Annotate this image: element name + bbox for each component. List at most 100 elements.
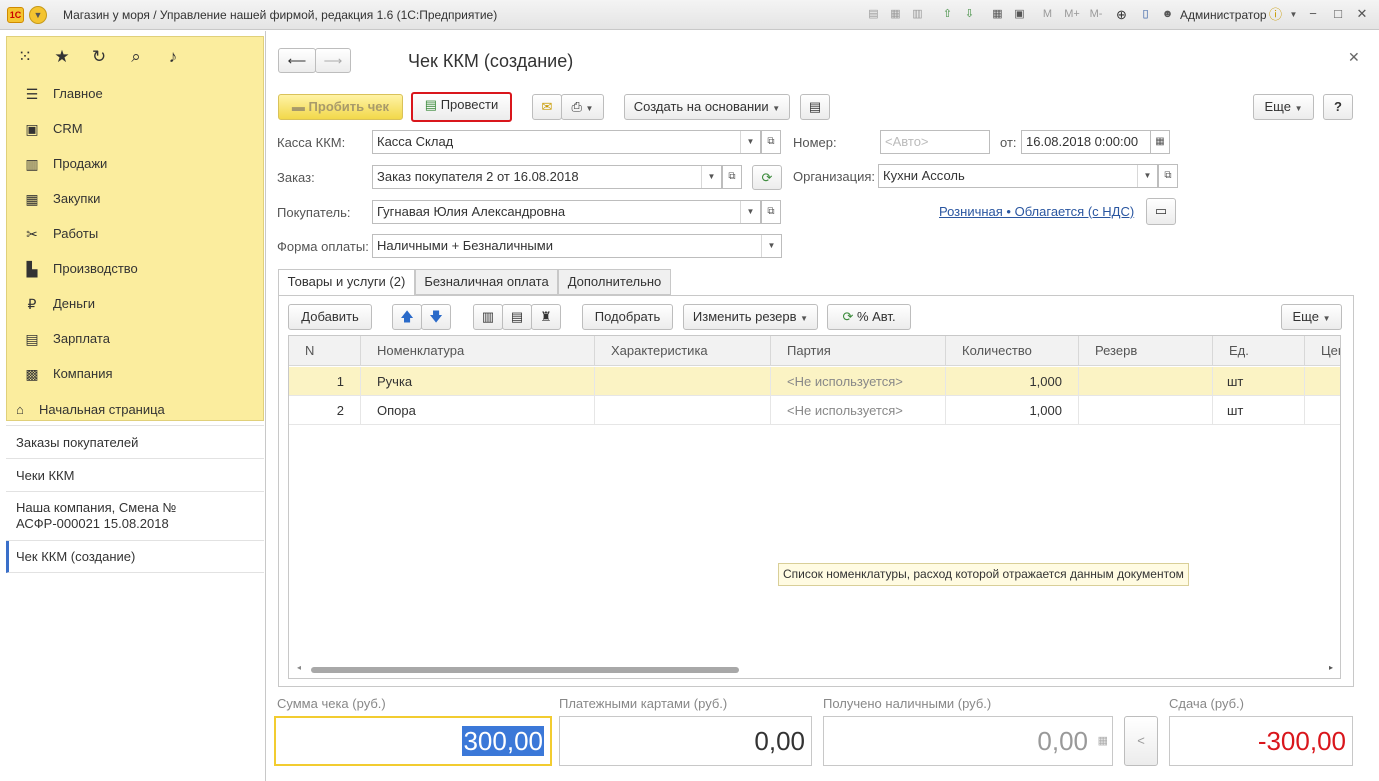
cell-n[interactable]: 1 [289, 367, 361, 396]
minimize-icon[interactable]: − [1304, 6, 1322, 21]
sum-field[interactable]: 300,00 [274, 716, 552, 766]
order-field[interactable]: Заказ покупателя 2 от 16.08.2018 ▼ [372, 165, 722, 189]
memory-m-icon[interactable]: M [1040, 7, 1055, 22]
col-quantity[interactable]: Количество [946, 336, 1079, 366]
calendar-button[interactable]: ▦ [1150, 130, 1170, 154]
open-org-button[interactable]: ⧉ [1158, 164, 1178, 188]
scroll-left-icon[interactable]: ◂ [297, 663, 301, 672]
cell-reserve[interactable] [1079, 367, 1213, 396]
org-field[interactable]: Кухни Ассоль ▼ [878, 164, 1158, 188]
col-characteristic[interactable]: Характеристика [595, 336, 771, 366]
open-buyer-button[interactable]: ⧉ [761, 200, 781, 224]
cell-unit[interactable]: шт [1213, 396, 1305, 425]
tab-cashless[interactable]: Безналичная оплата [415, 269, 558, 295]
add-row-button[interactable]: Добавить [288, 304, 372, 330]
col-unit[interactable]: Ед. [1213, 336, 1305, 366]
barcode-edit-button[interactable]: ▤ [502, 304, 532, 330]
section-salary[interactable]: ▤ Зарплата [7, 321, 265, 356]
cash-field[interactable]: 0,00 ▦ [823, 716, 1113, 766]
tax-link[interactable]: Розничная • Облагается (с НДС) [939, 204, 1134, 219]
zoom-icon[interactable]: ⊕ [1114, 7, 1129, 22]
col-batch[interactable]: Партия [771, 336, 946, 366]
chevron-down-icon[interactable]: ▼ [1286, 7, 1301, 22]
table-row[interactable]: 1 Ручка <Не используется> 1,000 шт [289, 367, 1340, 396]
tab-goods[interactable]: Товары и услуги (2) [278, 269, 415, 296]
chevron-down-icon[interactable]: ▼ [740, 201, 760, 223]
table-row[interactable]: 2 Опора <Не используется> 1,000 шт [289, 396, 1340, 425]
calendar-icon[interactable]: ▣ [1012, 7, 1027, 22]
horizontal-scrollbar[interactable]: ◂ ▸ [297, 663, 1333, 674]
chevron-down-icon[interactable]: ▼ [761, 235, 781, 257]
section-purchases[interactable]: ▦ Закупки [7, 181, 265, 216]
apps-grid-icon[interactable]: ⁙ [15, 47, 35, 67]
print-check-button[interactable]: ▬ Пробить чек [278, 94, 403, 120]
scrollbar-thumb[interactable] [311, 667, 739, 673]
download-icon[interactable]: ⇩ [962, 7, 977, 22]
open-window-shift[interactable]: Наша компания, Смена № АСФР-000021 15.08… [6, 492, 264, 541]
col-price[interactable]: Цен [1305, 336, 1340, 366]
preview-icon[interactable]: ▥ [910, 7, 925, 22]
print-icon[interactable]: ▦ [888, 7, 903, 22]
move-down-button[interactable]: 🡇 [421, 304, 451, 330]
section-sales[interactable]: ▥ Продажи [7, 146, 265, 181]
payform-field[interactable]: Наличными + Безналичными ▼ [372, 234, 782, 258]
section-company[interactable]: ▩ Компания [7, 356, 265, 391]
cell-n[interactable]: 2 [289, 396, 361, 425]
open-window-home[interactable]: ⌂ Начальная страница [6, 393, 264, 426]
cell-unit[interactable]: шт [1213, 367, 1305, 396]
upload-icon[interactable]: ⇧ [940, 7, 955, 22]
save-icon[interactable]: ▤ [866, 7, 881, 22]
create-based-button[interactable]: Создать на основании ▼ [624, 94, 790, 120]
move-up-button[interactable]: 🡅 [392, 304, 422, 330]
open-window-check-create[interactable]: Чек ККМ (создание) [6, 541, 264, 573]
chevron-down-icon[interactable]: ▼ [740, 131, 760, 153]
open-window-orders[interactable]: Заказы покупателей [6, 426, 264, 459]
user-name[interactable]: Администратор [1180, 8, 1267, 22]
cell-item[interactable]: Ручка [361, 367, 595, 396]
main-menu-button[interactable]: ▼ [29, 6, 47, 24]
print-button[interactable]: ⎙ ▼ [561, 94, 604, 120]
col-reserve[interactable]: Резерв [1079, 336, 1213, 366]
cell-quantity[interactable]: 1,000 [946, 396, 1079, 425]
fill-by-order-button[interactable]: ⟳ [752, 165, 782, 190]
change-reserve-button[interactable]: Изменить резерв ▼ [683, 304, 818, 330]
calculator-icon[interactable]: ▦ [1098, 717, 1108, 765]
col-n[interactable]: N [289, 336, 361, 366]
auto-percent-button[interactable]: ⟳ % Авт. [827, 304, 911, 330]
help-button[interactable]: ? [1323, 94, 1353, 120]
col-item[interactable]: Номенклатура [361, 336, 595, 366]
calculator-icon[interactable]: ▦ [990, 7, 1005, 22]
favorites-star-icon[interactable]: ★ [52, 47, 72, 67]
section-production[interactable]: ▙ Производство [7, 251, 265, 286]
stamp-button[interactable]: ♜ [531, 304, 561, 330]
cell-item[interactable]: Опора [361, 396, 595, 425]
cell-quantity[interactable]: 1,000 [946, 367, 1079, 396]
open-kassa-button[interactable]: ⧉ [761, 130, 781, 154]
section-crm[interactable]: ▣ CRM [7, 111, 265, 146]
buyer-field[interactable]: Гугнавая Юлия Александровна ▼ [372, 200, 761, 224]
info-icon[interactable]: ⓘ [1268, 7, 1283, 22]
email-button[interactable]: ✉ [532, 94, 562, 120]
open-window-checks[interactable]: Чеки ККМ [6, 459, 264, 492]
memory-mplus-icon[interactable]: M+ [1062, 7, 1082, 22]
table-more-button[interactable]: Еще ▼ [1281, 304, 1342, 330]
section-glavnoe[interactable]: ☰ Главное [7, 76, 265, 111]
chevron-down-icon[interactable]: ▼ [1137, 165, 1157, 187]
select-button[interactable]: Подобрать [582, 304, 673, 330]
maximize-icon[interactable]: □ [1329, 6, 1347, 21]
cell-reserve[interactable] [1079, 396, 1213, 425]
document-report-button[interactable]: ▤ [800, 94, 830, 120]
cards-field[interactable]: 0,00 [559, 716, 812, 766]
back-button[interactable]: ⟵ [278, 48, 316, 73]
notifications-bell-icon[interactable]: ♪ [163, 47, 183, 67]
close-icon[interactable]: ✕ [1348, 49, 1360, 66]
section-works[interactable]: ✂ Работы [7, 216, 265, 251]
history-icon[interactable]: ↻ [89, 47, 109, 67]
goods-table[interactable]: N Номенклатура Характеристика Партия Кол… [288, 335, 1341, 679]
number-field[interactable]: <Авто> [880, 130, 990, 154]
tax-settings-button[interactable]: ▭ [1146, 198, 1176, 225]
panel-icon[interactable]: ▯ [1138, 7, 1153, 22]
more-button[interactable]: Еще ▼ [1253, 94, 1314, 120]
date-field[interactable]: 16.08.2018 0:00:00 [1021, 130, 1151, 154]
cell-characteristic[interactable] [595, 367, 771, 396]
